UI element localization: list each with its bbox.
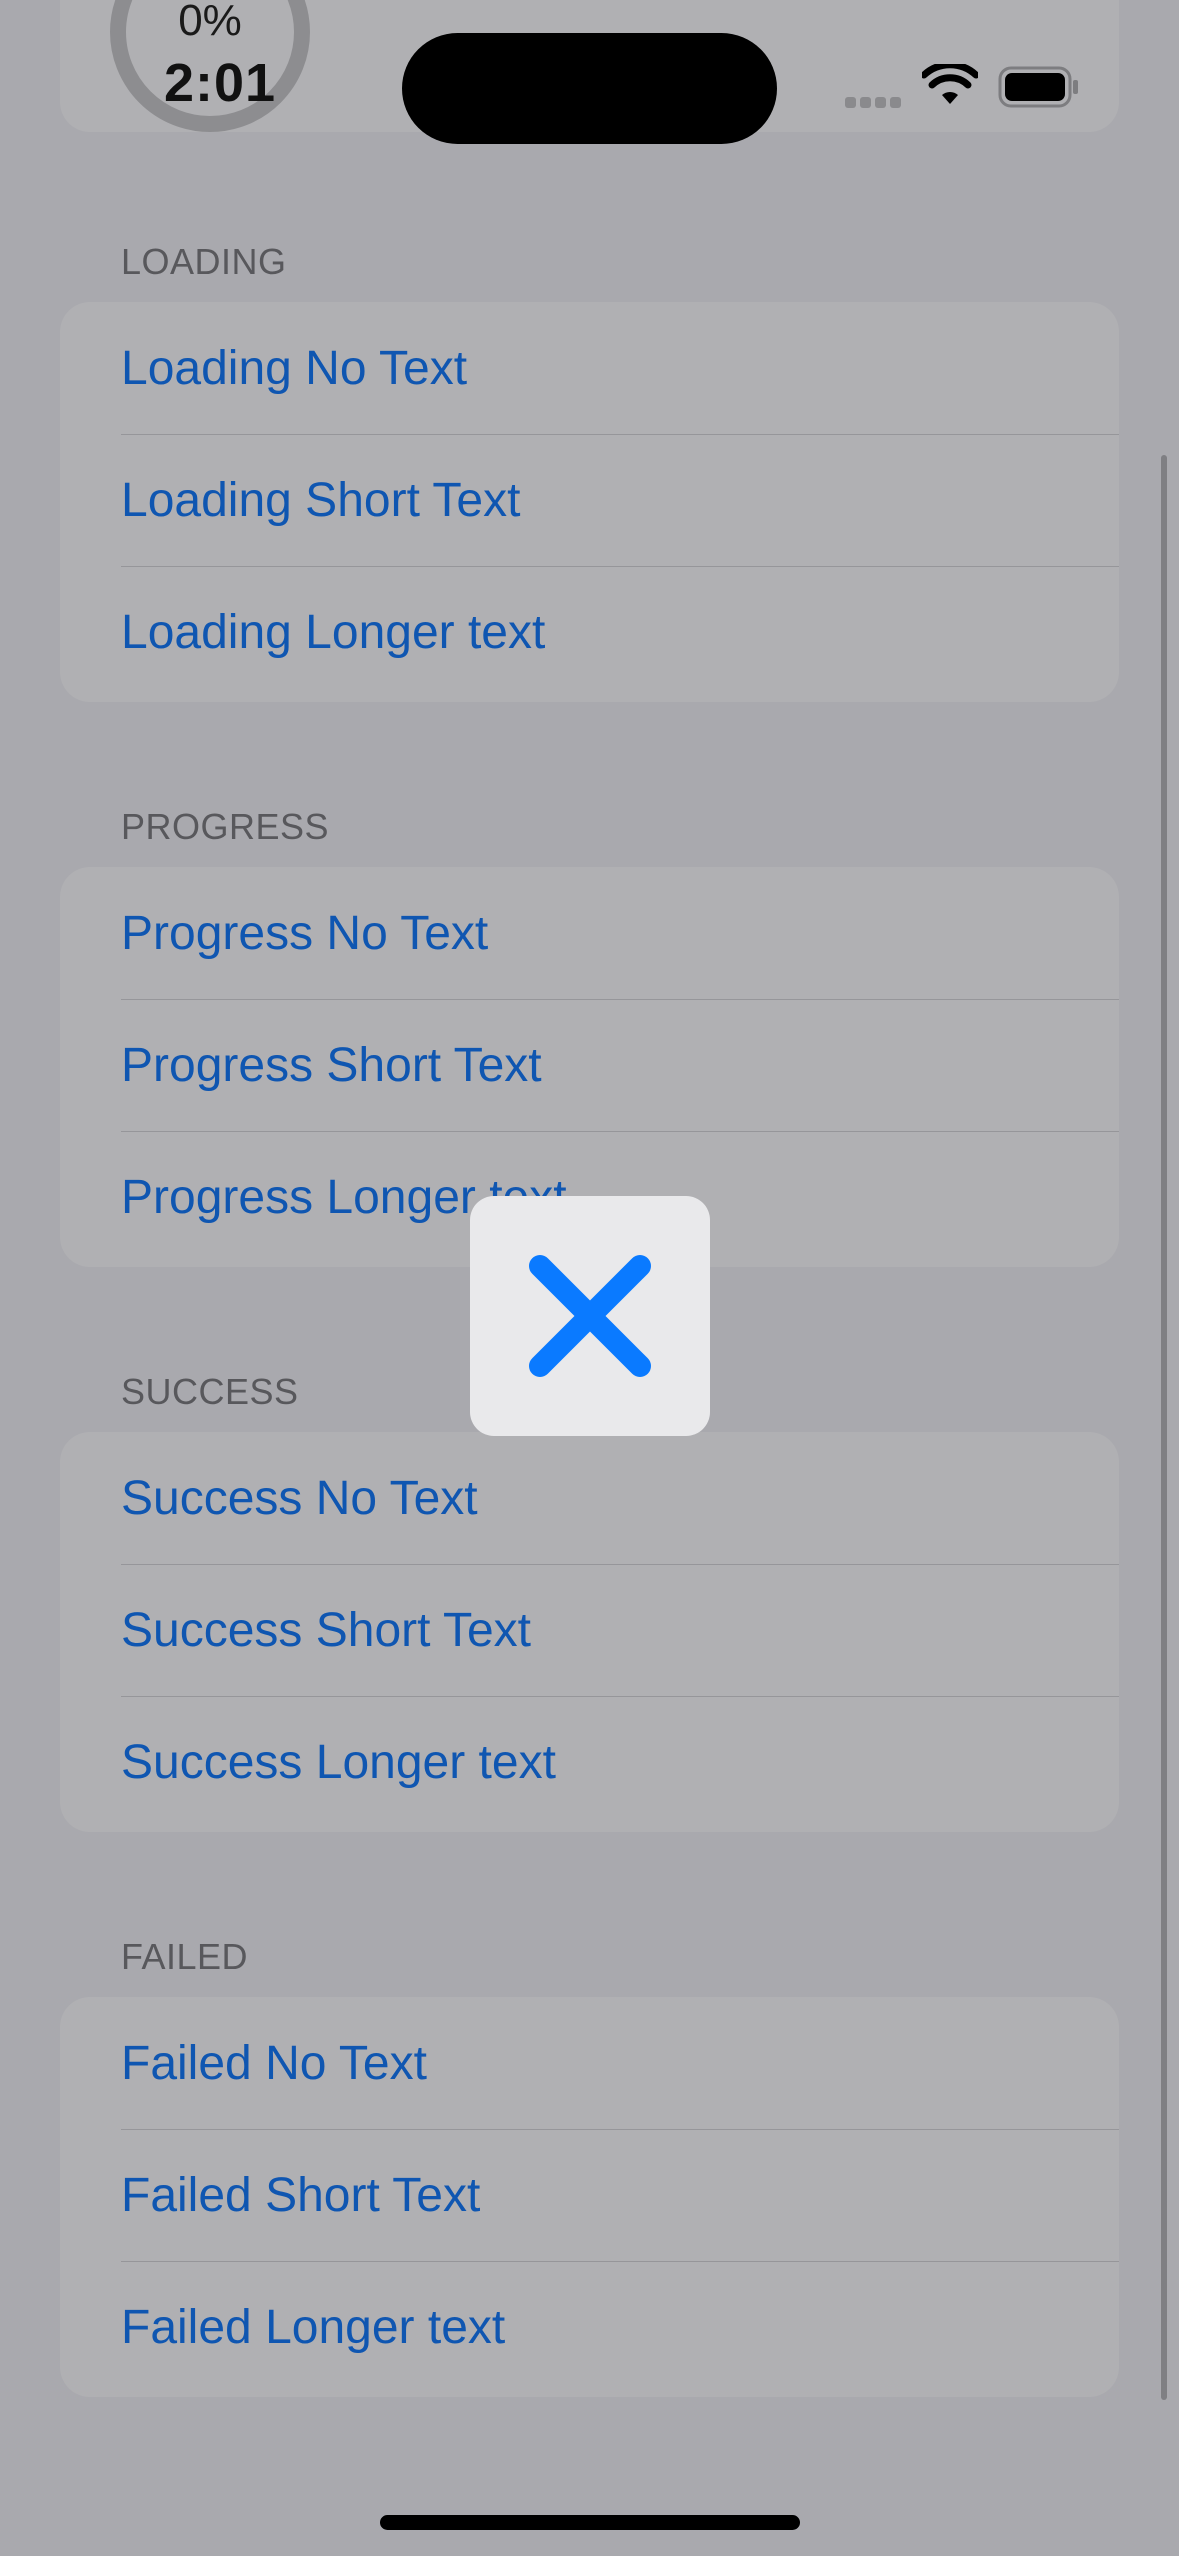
progress-percent-label: 0% bbox=[178, 0, 242, 45]
section-header-failed: FAILED bbox=[121, 1936, 249, 1977]
status-time: 2:01 bbox=[164, 53, 277, 113]
section-header-progress: PROGRESS bbox=[121, 806, 330, 847]
list-item-loading-longer-text[interactable]: Loading Longer text bbox=[60, 566, 1119, 698]
list-item-failed-longer-text[interactable]: Failed Longer text bbox=[60, 2261, 1119, 2393]
cellular-signal-icon bbox=[845, 95, 905, 108]
list-item-failed-no-text[interactable]: Failed No Text bbox=[60, 1997, 1119, 2129]
section-header-loading: LOADING bbox=[121, 241, 287, 282]
list-item-progress-no-text[interactable]: Progress No Text bbox=[60, 867, 1119, 999]
list-item-success-short-text[interactable]: Success Short Text bbox=[60, 1564, 1119, 1696]
list-item-failed-short-text[interactable]: Failed Short Text bbox=[60, 2129, 1119, 2261]
list-item-loading-no-text[interactable]: Loading No Text bbox=[60, 302, 1119, 434]
list-item-success-longer-text[interactable]: Success Longer text bbox=[60, 1696, 1119, 1828]
group-success: Success No Text Success Short Text Succe… bbox=[60, 1432, 1119, 1832]
failed-hud bbox=[470, 1196, 710, 1436]
scroll-indicator[interactable] bbox=[1161, 455, 1167, 2400]
wifi-icon bbox=[922, 64, 978, 104]
group-failed: Failed No Text Failed Short Text Failed … bbox=[60, 1997, 1119, 2397]
close-icon bbox=[529, 1255, 651, 1377]
dynamic-island bbox=[402, 33, 777, 144]
home-indicator[interactable] bbox=[380, 2515, 800, 2530]
list-item-progress-short-text[interactable]: Progress Short Text bbox=[60, 999, 1119, 1131]
list-item-success-no-text[interactable]: Success No Text bbox=[60, 1432, 1119, 1564]
group-loading: Loading No Text Loading Short Text Loadi… bbox=[60, 302, 1119, 702]
battery-icon bbox=[998, 66, 1078, 108]
section-header-success: SUCCESS bbox=[121, 1371, 299, 1412]
list-item-loading-short-text[interactable]: Loading Short Text bbox=[60, 434, 1119, 566]
